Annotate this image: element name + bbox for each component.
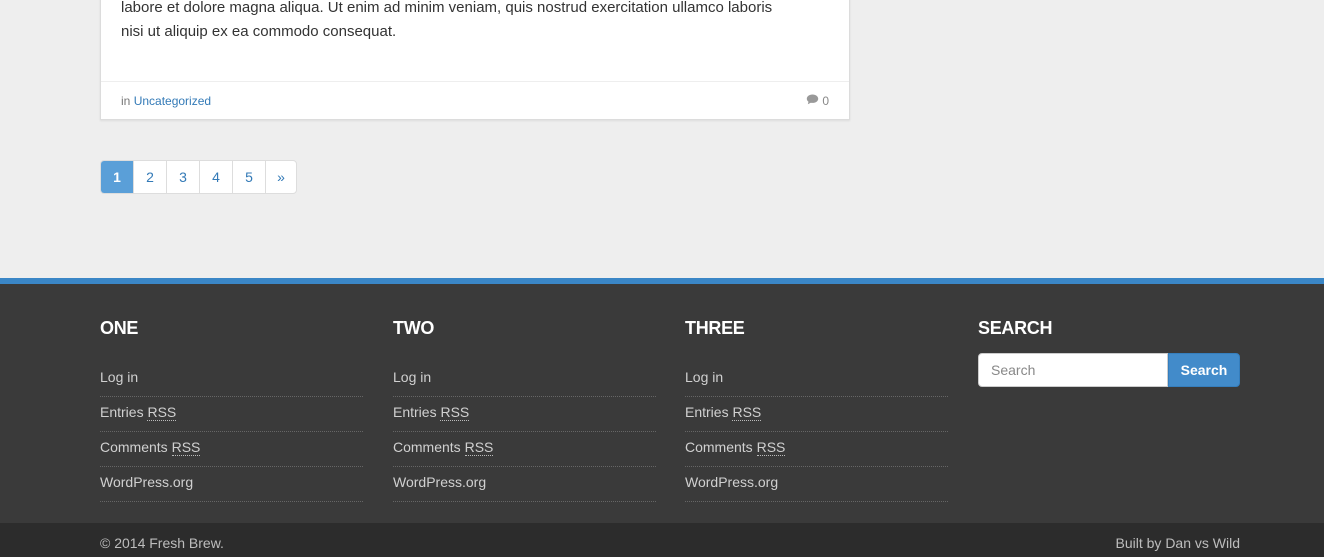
wordpress-org-link[interactable]: WordPress.org [100,474,193,490]
entries-rss-link[interactable]: Entries [685,404,729,420]
page-4-link[interactable]: 4 [200,161,233,193]
page-2-link[interactable]: 2 [134,161,167,193]
comments-rss-link[interactable]: Comments [685,439,753,455]
list-item[interactable]: WordPress.org [685,467,948,502]
page-3-link[interactable]: 3 [167,161,200,193]
rss-abbr: RSS [732,404,762,421]
list-item[interactable]: Log in [685,362,948,397]
rss-abbr: RSS [756,439,786,456]
comment-count: 0 [822,94,829,108]
post-excerpt: labore et dolore magna aliqua. Ut enim a… [121,0,833,44]
footer-widget-three: THREE Log in Entries RSS Comments RSS Wo… [685,318,948,502]
search-input[interactable] [978,353,1168,387]
list-item[interactable]: Log in [393,362,656,397]
login-link[interactable]: Log in [100,369,138,385]
post-card: labore et dolore magna aliqua. Ut enim a… [100,0,850,120]
login-link[interactable]: Log in [393,369,431,385]
list-item[interactable]: WordPress.org [100,467,363,502]
meta-widget-list: Log in Entries RSS Comments RSS WordPres… [100,362,363,502]
list-item[interactable]: Comments RSS [393,432,656,467]
list-item[interactable]: Entries RSS [100,397,363,432]
page-1-link[interactable]: 1 [101,161,134,193]
comment-icon [806,94,819,108]
comments-link[interactable]: 0 [806,94,829,108]
bottom-bar: © 2014 Fresh Brew. Built by Dan vs Wild [0,523,1324,557]
widget-title: SEARCH [978,318,1053,338]
widget-title: ONE [100,318,139,338]
list-item[interactable]: Entries RSS [685,397,948,432]
site-footer: ONE Log in Entries RSS Comments RSS Word… [0,278,1324,523]
wordpress-org-link[interactable]: WordPress.org [685,474,778,490]
rss-abbr: RSS [440,404,470,421]
footer-widget-two: TWO Log in Entries RSS Comments RSS Word… [393,318,656,502]
list-item[interactable]: WordPress.org [393,467,656,502]
wordpress-org-link[interactable]: WordPress.org [393,474,486,490]
comments-rss-link[interactable]: Comments [100,439,168,455]
comments-rss-link[interactable]: Comments [393,439,461,455]
category-link[interactable]: Uncategorized [134,94,211,108]
post-meta: in Uncategorized [121,94,211,108]
rss-abbr: RSS [147,404,177,421]
rss-abbr: RSS [464,439,494,456]
list-item[interactable]: Comments RSS [100,432,363,467]
login-link[interactable]: Log in [685,369,723,385]
footer-widget-one: ONE Log in Entries RSS Comments RSS Word… [100,318,363,502]
post-meta-prefix: in [121,94,131,108]
credit-link[interactable]: Built by Dan vs Wild [1116,535,1240,551]
post-excerpt-line: nisi ut aliquip ex ea commodo consequat. [121,23,397,40]
meta-widget-list: Log in Entries RSS Comments RSS WordPres… [685,362,948,502]
search-form: Search [978,353,1240,387]
copyright-text: © 2014 Fresh Brew. [100,535,224,551]
post-footer: in Uncategorized 0 [101,81,849,119]
post-excerpt-line: labore et dolore magna aliqua. Ut enim a… [121,0,773,16]
list-item[interactable]: Comments RSS [685,432,948,467]
page-5-link[interactable]: 5 [233,161,266,193]
entries-rss-link[interactable]: Entries [393,404,437,420]
rss-abbr: RSS [171,439,201,456]
widget-title: TWO [393,318,435,338]
widget-title: THREE [685,318,745,338]
pagination: 1 2 3 4 5 » [100,160,297,194]
meta-widget-list: Log in Entries RSS Comments RSS WordPres… [393,362,656,502]
search-button[interactable]: Search [1168,353,1240,387]
entries-rss-link[interactable]: Entries [100,404,144,420]
list-item[interactable]: Entries RSS [393,397,656,432]
list-item[interactable]: Log in [100,362,363,397]
footer-widget-search: SEARCH [978,318,1241,342]
next-page-link[interactable]: » [266,161,296,193]
